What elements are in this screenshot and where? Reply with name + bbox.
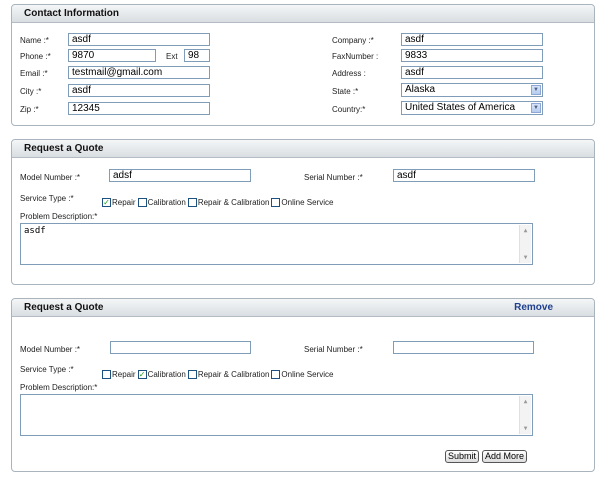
state-select[interactable]: Alaska ▼ bbox=[401, 83, 543, 97]
serial-number-label: Serial Number :* bbox=[304, 173, 363, 182]
service-type-label: Service Type :* bbox=[20, 194, 74, 203]
online-service-label: Online Service bbox=[281, 370, 334, 379]
chevron-down-icon[interactable]: ▼ bbox=[531, 85, 541, 95]
fax-number-label: FaxNumber : bbox=[332, 52, 379, 61]
serial-number-input[interactable]: asdf bbox=[393, 169, 535, 182]
model-number-label: Model Number :* bbox=[20, 345, 81, 354]
ext-label: Ext bbox=[166, 52, 178, 61]
model-number-label: Model Number :* bbox=[20, 173, 81, 182]
address-input[interactable]: asdf bbox=[401, 66, 543, 79]
zip-input[interactable]: 12345 bbox=[68, 102, 210, 115]
service-type-options: ✓ Repair Calibration Repair & Calibratio… bbox=[102, 198, 335, 207]
phone-label: Phone :* bbox=[20, 52, 51, 61]
name-input[interactable]: asdf bbox=[68, 33, 210, 46]
remove-link[interactable]: Remove bbox=[514, 302, 553, 313]
address-label: Address : bbox=[332, 69, 366, 78]
model-number-input[interactable] bbox=[110, 341, 251, 354]
serial-number-label: Serial Number :* bbox=[304, 345, 363, 354]
state-select-value: Alaska bbox=[405, 84, 436, 95]
repair-calibration-label: Repair & Calibration bbox=[197, 370, 270, 379]
calibration-checkbox[interactable] bbox=[137, 198, 147, 207]
request-quote-header-2: Request a Quote Remove bbox=[12, 299, 594, 317]
country-select[interactable]: United States of America ▼ bbox=[401, 101, 543, 115]
service-type-options: Repair ✓ Calibration Repair & Calibratio… bbox=[102, 370, 335, 379]
repair-calibration-checkbox[interactable] bbox=[187, 198, 197, 207]
model-number-input[interactable]: adsf bbox=[109, 169, 251, 182]
request-quote-title-2: Request a Quote bbox=[24, 302, 104, 313]
repair-checkbox[interactable] bbox=[102, 370, 111, 379]
serial-number-input[interactable] bbox=[393, 341, 534, 354]
check-icon: ✓ bbox=[103, 197, 110, 207]
request-quote-panel-1: Request a Quote Model Number :* adsf Ser… bbox=[11, 139, 595, 285]
scroll-up-arrow-icon[interactable]: ▲ bbox=[520, 396, 531, 407]
country-select-value: United States of America bbox=[405, 102, 516, 113]
name-label: Name :* bbox=[20, 36, 49, 45]
company-input[interactable]: asdf bbox=[401, 33, 543, 46]
state-label: State :* bbox=[332, 87, 359, 96]
contact-information-header: Contact Information bbox=[12, 5, 594, 23]
online-service-checkbox[interactable] bbox=[271, 370, 281, 379]
online-service-checkbox[interactable] bbox=[271, 198, 281, 207]
email-input[interactable]: testmail@gmail.com bbox=[68, 66, 210, 79]
textarea-scrollbar[interactable]: ▲ ▼ bbox=[519, 396, 531, 434]
repair-label: Repair bbox=[112, 370, 136, 379]
submit-button[interactable]: Submit bbox=[445, 450, 480, 463]
repair-calibration-checkbox[interactable] bbox=[187, 370, 197, 379]
chevron-down-icon[interactable]: ▼ bbox=[531, 103, 541, 113]
problem-description-label: Problem Description:* bbox=[20, 383, 98, 392]
zip-label: Zip :* bbox=[20, 105, 39, 114]
calibration-label: Calibration bbox=[147, 370, 186, 379]
email-label: Email :* bbox=[20, 69, 48, 78]
contact-information-title: Contact Information bbox=[24, 8, 119, 19]
check-icon: ✓ bbox=[138, 369, 146, 379]
request-quote-header-1: Request a Quote bbox=[12, 140, 594, 158]
scroll-down-arrow-icon[interactable]: ▼ bbox=[520, 423, 531, 434]
request-quote-title-1: Request a Quote bbox=[24, 143, 104, 154]
country-label: Country:* bbox=[332, 105, 366, 114]
city-label: City :* bbox=[20, 87, 42, 96]
problem-description-textarea[interactable]: asdf ▲ ▼ bbox=[20, 223, 533, 265]
calibration-checkbox[interactable]: ✓ bbox=[137, 369, 147, 379]
online-service-label: Online Service bbox=[281, 198, 334, 207]
ext-input[interactable]: 98 bbox=[184, 49, 210, 62]
scroll-down-arrow-icon[interactable]: ▼ bbox=[520, 252, 531, 263]
problem-description-text: asdf bbox=[24, 226, 46, 236]
calibration-label: Calibration bbox=[147, 198, 186, 207]
textarea-scrollbar[interactable]: ▲ ▼ bbox=[519, 225, 531, 263]
scroll-up-arrow-icon[interactable]: ▲ bbox=[520, 225, 531, 236]
add-more-button[interactable]: Add More bbox=[482, 450, 528, 463]
service-type-label: Service Type :* bbox=[20, 365, 74, 374]
city-input[interactable]: asdf bbox=[68, 84, 210, 97]
company-label: Company :* bbox=[332, 36, 374, 45]
problem-description-textarea[interactable]: ▲ ▼ bbox=[20, 394, 533, 436]
repair-label: Repair bbox=[112, 198, 136, 207]
contact-information-panel: Contact Information Name :* asdf Phone :… bbox=[11, 4, 595, 126]
repair-calibration-label: Repair & Calibration bbox=[197, 198, 270, 207]
fax-number-input[interactable]: 9833 bbox=[401, 49, 543, 62]
repair-checkbox[interactable]: ✓ bbox=[102, 198, 111, 207]
phone-input[interactable]: 9870 bbox=[68, 49, 156, 62]
problem-description-label: Problem Description:* bbox=[20, 212, 98, 221]
request-quote-panel-2: Request a Quote Remove Model Number :* S… bbox=[11, 298, 595, 472]
